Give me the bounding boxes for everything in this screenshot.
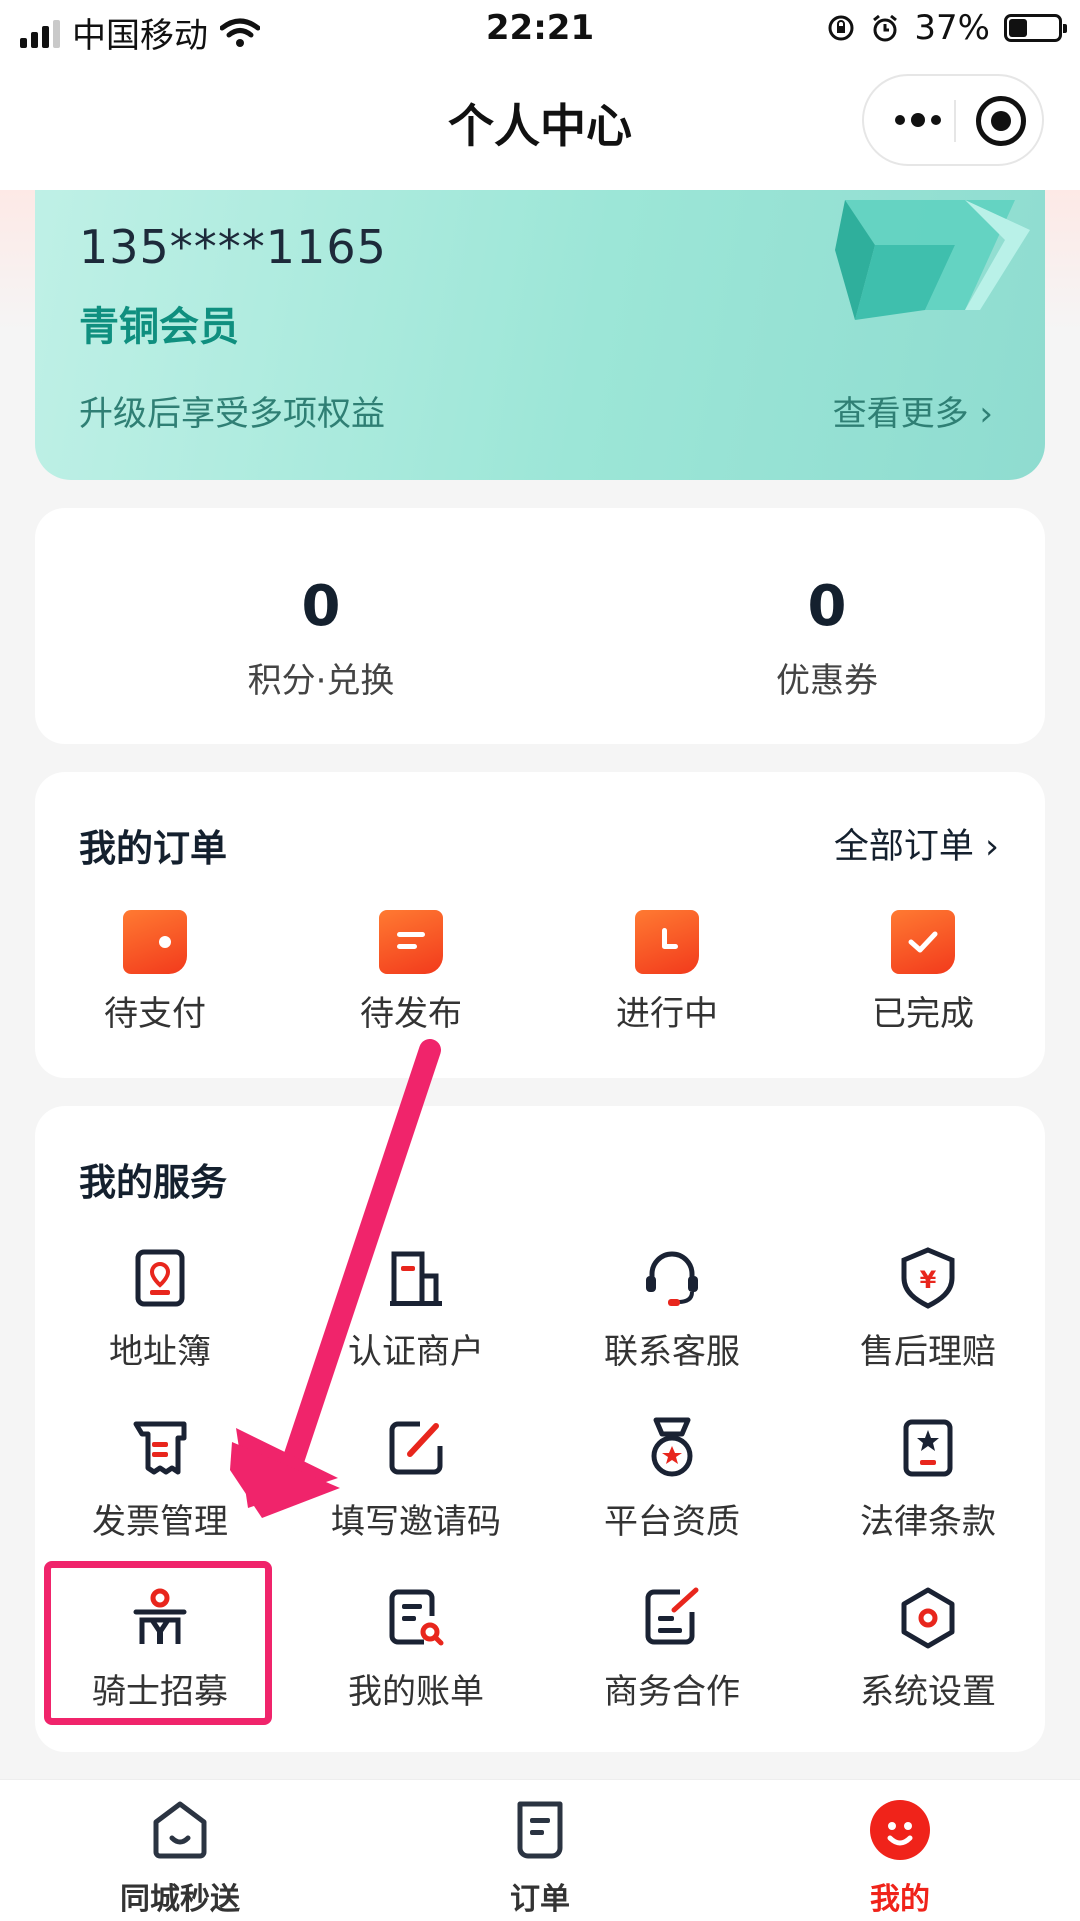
bill-search-icon xyxy=(389,1589,444,1646)
check-icon xyxy=(891,910,955,974)
service-label: 法律条款 xyxy=(860,1502,996,1542)
wallet-icon xyxy=(123,910,187,974)
service-invite-code[interactable]: 填写邀请码 xyxy=(291,1416,541,1543)
more-menu-icon[interactable] xyxy=(882,76,954,164)
member-tip: 升级后享受多项权益 xyxy=(79,394,385,434)
merchant-icon xyxy=(390,1251,442,1306)
all-orders-link[interactable]: 全部订单 › xyxy=(834,818,999,869)
order-label: 待发布 xyxy=(360,994,462,1034)
battery-level xyxy=(1009,19,1027,37)
order-completed[interactable]: 已完成 xyxy=(803,910,1043,1035)
tab-same-city[interactable]: 同城秒送 xyxy=(80,1798,280,1918)
nav-bar: 个人中心 xyxy=(0,60,1080,190)
document-icon xyxy=(379,910,443,974)
order-in-progress[interactable]: 进行中 xyxy=(547,910,787,1035)
profile-face-icon xyxy=(870,1800,930,1860)
service-label: 联系客服 xyxy=(604,1332,740,1372)
service-label: 认证商户 xyxy=(348,1332,484,1372)
contract-icon xyxy=(645,1587,699,1645)
points-card: 0 积分·兑换 0 优惠券 xyxy=(35,508,1045,744)
service-platform-qualification[interactable]: 平台资质 xyxy=(547,1416,797,1543)
service-invoice[interactable]: 发票管理 xyxy=(35,1416,285,1543)
status-right: 37% xyxy=(826,8,1067,48)
service-address-book[interactable]: 地址簿 xyxy=(35,1246,285,1373)
service-merchant-verify[interactable]: 认证商户 xyxy=(291,1246,541,1373)
coupons-value: 0 xyxy=(807,574,847,639)
capsule-divider xyxy=(954,100,956,142)
edit-icon xyxy=(389,1421,443,1475)
tab-bar: 同城秒送 订单 我的 xyxy=(0,1779,1080,1921)
tab-label: 同城秒送 xyxy=(120,1882,240,1917)
service-label: 我的账单 xyxy=(348,1672,484,1712)
orders-title: 我的订单 xyxy=(79,827,227,870)
points-stat[interactable]: 0 积分·兑换 xyxy=(121,574,521,702)
battery-icon xyxy=(1004,14,1067,42)
status-bar: 中国移动 22:21 37% xyxy=(0,0,1080,60)
service-label: 商务合作 xyxy=(604,1672,740,1712)
service-label: 发票管理 xyxy=(92,1502,228,1542)
view-more-link[interactable]: 查看更多 › xyxy=(833,386,993,435)
battery-percent: 37% xyxy=(914,8,990,48)
service-label: 系统设置 xyxy=(860,1672,996,1712)
points-value: 0 xyxy=(301,574,341,639)
service-label: 平台资质 xyxy=(604,1502,740,1542)
service-after-sale[interactable]: ¥ 售后理赔 xyxy=(803,1246,1053,1373)
close-miniprogram-icon[interactable] xyxy=(976,96,1026,146)
order-list-icon xyxy=(517,1801,563,1859)
location-book-icon xyxy=(135,1249,185,1307)
medal-icon xyxy=(651,1417,693,1477)
invoice-icon xyxy=(133,1421,187,1475)
service-system-settings[interactable]: 系统设置 xyxy=(803,1586,1053,1713)
service-my-bills[interactable]: 我的账单 xyxy=(291,1586,541,1713)
star-document-icon xyxy=(903,1419,953,1477)
points-label: 积分·兑换 xyxy=(247,661,395,701)
tab-label: 我的 xyxy=(870,1882,930,1917)
service-legal-terms[interactable]: 法律条款 xyxy=(803,1416,1053,1543)
home-face-icon xyxy=(153,1801,207,1859)
service-business-cooperation[interactable]: 商务合作 xyxy=(547,1586,797,1713)
services-title: 我的服务 xyxy=(79,1161,227,1204)
tab-mine[interactable]: 我的 xyxy=(800,1798,1000,1918)
member-card[interactable]: 135****1165 青铜会员 升级后享受多项权益 查看更多 › xyxy=(35,190,1045,480)
service-label: 售后理赔 xyxy=(860,1332,996,1372)
orders-card: 我的订单 全部订单 › 待支付 待发布 进行中 已完成 xyxy=(35,772,1045,1078)
service-contact-support[interactable]: 联系客服 xyxy=(547,1246,797,1373)
service-label: 填写邀请码 xyxy=(331,1502,501,1542)
order-pending-payment[interactable]: 待支付 xyxy=(35,910,275,1035)
order-label: 进行中 xyxy=(616,994,718,1034)
coupons-label: 优惠券 xyxy=(776,661,878,701)
order-pending-publish[interactable]: 待发布 xyxy=(291,910,531,1035)
tab-orders[interactable]: 订单 xyxy=(440,1798,640,1918)
order-label: 待支付 xyxy=(104,994,206,1034)
clock-icon xyxy=(635,910,699,974)
alarm-icon xyxy=(873,14,898,42)
miniprogram-capsule xyxy=(862,74,1044,166)
member-level: 青铜会员 xyxy=(79,304,239,350)
settings-hexagon-icon xyxy=(901,1587,955,1649)
order-label: 已完成 xyxy=(872,994,974,1034)
highlight-box xyxy=(44,1561,272,1725)
brand-logo-icon xyxy=(835,200,1030,320)
member-phone: 135****1165 xyxy=(79,220,387,274)
rotation-lock-icon xyxy=(828,15,854,41)
service-label: 地址簿 xyxy=(109,1332,211,1372)
shield-yuan-icon: ¥ xyxy=(901,1247,955,1309)
svg-text:¥: ¥ xyxy=(920,1266,937,1294)
headset-icon xyxy=(646,1251,698,1306)
coupons-stat[interactable]: 0 优惠券 xyxy=(627,574,1027,702)
tab-label: 订单 xyxy=(510,1882,570,1917)
